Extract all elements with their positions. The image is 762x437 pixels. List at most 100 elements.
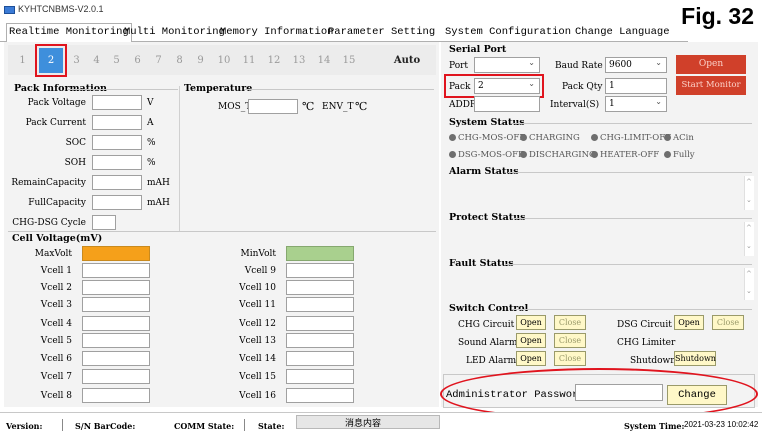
vcell-7-field [82,369,150,384]
vcell-9-field [286,263,354,278]
baud-rate-select[interactable]: 9600 ⌄ [605,57,667,73]
remain-capacity-field [92,175,142,190]
title-bar: KYHTCNBMS-V2.0.1 [0,0,762,20]
status-fully: Fully [664,150,695,160]
vcell-14-field [286,351,354,366]
state-label: State: [258,421,285,431]
dsg-close-button[interactable]: Close [712,315,744,330]
tab-realtime-monitoring[interactable]: Realtime Monitoring [6,23,132,42]
pack-button-3[interactable]: 3 [66,47,87,74]
fault-status-scrollbar[interactable]: ^ ⌄ [744,268,754,300]
system-status-divider [512,123,752,124]
tab-memory-information[interactable]: Memory Information [218,24,335,41]
env-temp-label: ENV_T [322,102,354,112]
vcell-13-field [286,333,354,348]
max-volt-field [82,246,150,261]
pack-current-unit: A [147,118,154,128]
soc-label: SOC [65,138,86,148]
addr-field[interactable] [474,96,540,112]
pack-button-9[interactable]: 9 [190,47,211,74]
mos-temp-unit: ℃ [302,100,315,113]
state-message: 消息内容 [345,418,382,428]
full-capacity-unit: mAH [147,198,170,208]
pack-voltage-label: Pack Voltage [27,98,86,108]
comm-state-label: COMM State: [174,421,235,431]
pack-button-11[interactable]: 11 [237,47,261,74]
vcell-12-field [286,316,354,331]
pack-button-7[interactable]: 7 [148,47,169,74]
cell-voltage-title: Cell Voltage(mV) [12,233,103,244]
pack-current-label: Pack Current [25,118,86,128]
cycle-field [92,215,116,230]
pack-button-10[interactable]: 10 [212,47,236,74]
vcell-5-label: Vcell 5 [40,336,72,346]
vcell-11-field [286,297,354,312]
baud-rate-value: 9600 [609,60,632,70]
status-acin: ACin [664,133,694,143]
pack-voltage-unit: V [147,98,154,108]
interval-select[interactable]: 1 ⌄ [605,96,667,112]
pack-qty-field[interactable]: 1 [605,78,667,94]
chg-close-button[interactable]: Close [554,315,586,330]
pack-current-field [92,115,142,130]
open-port-button[interactable]: Open [676,55,746,74]
vcell-14-label: Vcell 14 [239,354,276,364]
interval-label: Interval(S) [550,100,600,110]
tab-system-configuration[interactable]: System Configuration [443,24,573,41]
chevron-down-icon: ⌄ [655,58,662,67]
interval-value: 1 [609,99,615,109]
mos-temp-label: MOS_T [218,102,252,112]
min-volt-label: MinVolt [240,249,276,259]
pack-button-auto[interactable]: Auto [392,47,422,74]
vcell-16-label: Vcell 16 [239,391,276,401]
tab-parameter-setting[interactable]: Parameter Setting [326,24,437,41]
chg-circuit-label: CHG Circuit [458,320,515,330]
status-dot-icon [591,134,598,141]
selected-pack-highlight [35,44,67,77]
status-chg-mos: CHG-MOS-OFF [449,133,525,143]
vcell-1-field [82,263,150,278]
sound-alarm-label: Sound Alarm [458,338,518,348]
vcell-4-field [82,316,150,331]
sound-open-button[interactable]: Open [516,333,546,348]
pack-button-6[interactable]: 6 [127,47,148,74]
status-dot-icon [449,151,456,158]
soh-label: SOH [64,158,86,168]
led-open-button[interactable]: Open [516,351,546,366]
temperature-left-border [179,86,180,231]
pack-qty-value: 1 [609,81,615,91]
pack-button-8[interactable]: 8 [169,47,190,74]
protect-status-divider [514,218,752,219]
state-message-field: 消息内容 [296,415,440,429]
pack-button-12[interactable]: 12 [262,47,286,74]
pack-button-14[interactable]: 14 [312,47,336,74]
alarm-status-scrollbar[interactable]: ^ ⌄ [744,176,754,210]
sound-close-button[interactable]: Close [554,333,586,348]
pack-select-highlight [444,74,544,98]
status-discharging: DISCHARGING [520,150,596,160]
status-heater: HEATER-OFF [591,150,659,160]
protect-status-scrollbar[interactable]: ^ ⌄ [744,222,754,256]
pack-button-1[interactable]: 1 [12,47,33,74]
vcell-10-label: Vcell 10 [239,283,276,293]
port-select[interactable]: ⌄ [474,57,540,73]
pack-button-4[interactable]: 4 [86,47,107,74]
pack-button-5[interactable]: 5 [106,47,127,74]
shutdown-button[interactable]: Shutdown [674,351,716,366]
chg-limiter-label: CHG Limiter [617,338,676,348]
chg-open-button[interactable]: Open [516,315,546,330]
led-close-button[interactable]: Close [554,351,586,366]
pack-button-15[interactable]: 15 [337,47,361,74]
pack-button-13[interactable]: 13 [287,47,311,74]
tab-change-language[interactable]: Change Language [573,24,672,41]
dsg-open-button[interactable]: Open [674,315,704,330]
figure-label: Fig. 32 [681,3,754,29]
fault-status-title: Fault Status [449,258,514,269]
vcell-6-field [82,351,150,366]
vcell-3-field [82,297,150,312]
vcell-12-label: Vcell 12 [239,319,276,329]
tab-multi-monitoring[interactable]: Multi Monitoring [122,24,227,41]
start-monitor-button[interactable]: Start Monitor [676,76,746,95]
vcell-11-label: Vcell 11 [239,300,276,310]
system-time-value: 2021-03-23 10:02:42 [684,420,759,429]
